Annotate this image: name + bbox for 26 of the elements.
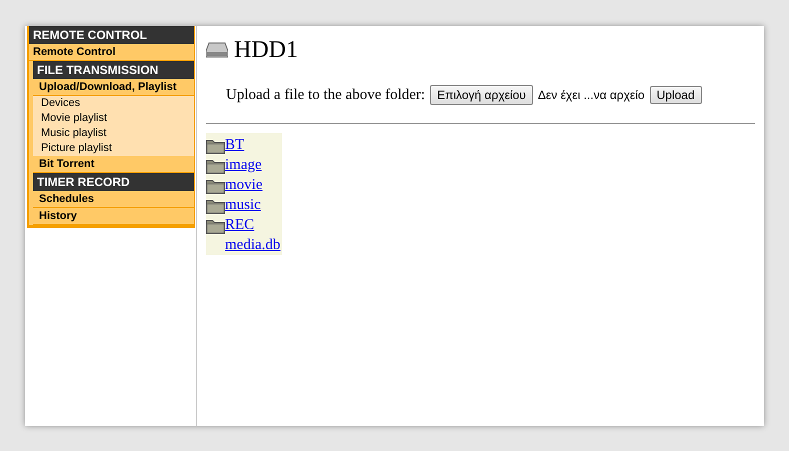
folder-link[interactable]: REC bbox=[225, 216, 254, 234]
submenu-item[interactable]: Devices bbox=[33, 96, 194, 111]
folder-icon bbox=[206, 218, 225, 234]
submenu-item[interactable]: Movie playlist bbox=[33, 111, 194, 126]
folder-link[interactable]: BT bbox=[225, 136, 244, 154]
upload-label: Upload a file to the above folder: bbox=[226, 86, 426, 105]
folder-link[interactable]: image bbox=[225, 156, 262, 174]
folder-icon bbox=[206, 178, 225, 194]
hard-drive-icon bbox=[206, 42, 228, 58]
menu-item[interactable]: History bbox=[33, 208, 194, 225]
section-header: FILE TRANSMISSION bbox=[33, 61, 194, 79]
menu-item[interactable]: Schedules bbox=[33, 191, 194, 208]
submenu-item[interactable]: Music playlist bbox=[33, 126, 194, 141]
folder-icon bbox=[206, 138, 225, 154]
folder-title: HDD1 bbox=[234, 36, 298, 64]
section-header: TIMER RECORD bbox=[33, 173, 194, 191]
folder-icon bbox=[206, 198, 225, 214]
file-status: Δεν έχει ...να αρχείο bbox=[538, 87, 645, 104]
folder-link[interactable]: movie bbox=[225, 176, 262, 194]
submenu-item[interactable]: Picture playlist bbox=[33, 141, 194, 156]
upload-button[interactable]: Upload bbox=[650, 86, 702, 104]
folder-link[interactable]: music bbox=[225, 196, 261, 214]
file-link[interactable]: media.db bbox=[225, 236, 280, 254]
section-header: REMOTE CONTROL bbox=[29, 26, 194, 44]
folder-icon bbox=[206, 158, 225, 174]
choose-file-button[interactable]: Επιλογή αρχείου bbox=[430, 85, 533, 106]
